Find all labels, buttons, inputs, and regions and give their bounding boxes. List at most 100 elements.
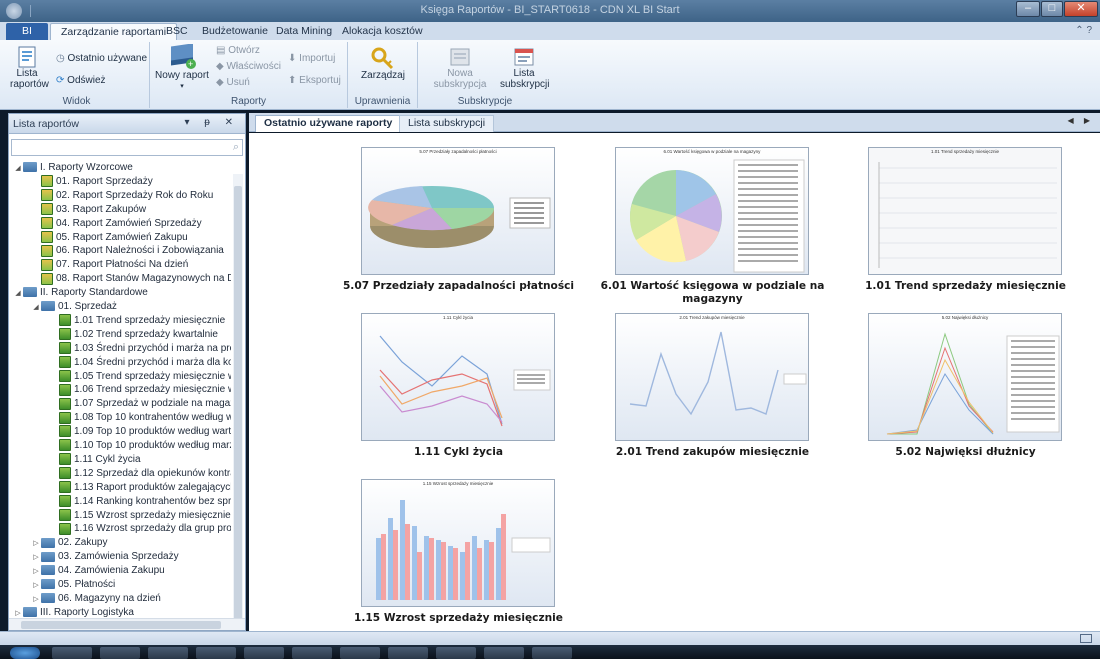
tree-item-label: 1.12 Sprzedaż dla opiekunów kontrahentów — [74, 467, 231, 479]
expand-arrow-icon[interactable]: ◢ — [13, 162, 23, 176]
tree-report-item[interactable]: 1.11 Cykl życia — [49, 453, 141, 467]
usun-button[interactable]: ◆ Usuń — [216, 76, 250, 90]
taskbar-app[interactable] — [436, 647, 476, 659]
report-thumbnail[interactable]: 1.01 Trend sprzedaży miesięcznie — [868, 147, 1062, 275]
taskbar-app[interactable] — [244, 647, 284, 659]
tree-report-item[interactable]: 04. Raport Zamówień Sprzedaży — [31, 216, 202, 231]
report-thumbnail[interactable]: 5.02 Najwięksi dłużnicy — [868, 313, 1062, 441]
tree-report-item[interactable]: 1.07 Sprzedaż w podziale na magazyny — [49, 397, 231, 411]
tree-report-item[interactable]: 1.12 Sprzedaż dla opiekunów kontrahentów — [49, 467, 231, 481]
wlasciwosci-button[interactable]: ◆ Właściwości — [216, 60, 281, 74]
report-caption[interactable]: 1.15 Wzrost sprzedaży miesięcznie — [336, 612, 581, 625]
report-caption[interactable]: 2.01 Trend zakupów miesięcznie — [590, 446, 835, 459]
tree-report-item[interactable]: 01. Raport Sprzedaży — [31, 175, 153, 189]
tree-folder[interactable]: ▷ 05. Płatności — [31, 578, 115, 592]
collapse-arrow-icon[interactable]: ▷ — [31, 551, 41, 565]
collapse-arrow-icon[interactable]: ▷ — [31, 565, 41, 579]
report-thumbnail[interactable]: 5.07 Przedziały zapadalności płatności — [361, 147, 555, 275]
tree-report-item[interactable]: 1.09 Top 10 produktów według wartości sp… — [49, 425, 231, 439]
lista-raportow-button[interactable]: Lista raportów — [10, 46, 49, 90]
report-caption[interactable]: 1.11 Cykl życia — [336, 446, 581, 459]
tab-lista-subskrypcji[interactable]: Lista subskrypcji — [399, 115, 495, 132]
minimize-button[interactable]: – — [1016, 1, 1040, 17]
close-window-button[interactable]: ✕ — [1064, 1, 1098, 17]
search-input[interactable]: ⌕ — [11, 139, 243, 156]
tree-report-item[interactable]: 1.10 Top 10 produktów według marży — [49, 439, 231, 453]
taskbar-app[interactable] — [532, 647, 572, 659]
lista-subskrypcji-button[interactable]: Lista subskrypcji — [500, 46, 549, 90]
taskbar-app[interactable] — [388, 647, 428, 659]
layout-icon[interactable] — [1080, 634, 1092, 643]
report-thumbnail[interactable]: 2.01 Trend zakupów miesięcznie — [615, 313, 809, 441]
tab-ostatnio-uzywane-raporty[interactable]: Ostatnio używane raporty x — [255, 115, 415, 132]
collapse-arrow-icon[interactable]: ▷ — [31, 579, 41, 593]
taskbar-app[interactable] — [100, 647, 140, 659]
tree-report-item[interactable]: 1.06 Trend sprzedaży miesięcznie w regio… — [49, 383, 231, 397]
tab-scroll-arrows[interactable]: ◀ ▶ — [1067, 116, 1094, 125]
tree-folder[interactable]: ◢ 01. Sprzedaż — [31, 300, 117, 314]
horizontal-scrollbar[interactable] — [9, 618, 245, 630]
taskbar-app[interactable] — [292, 647, 332, 659]
report-caption[interactable]: 1.01 Trend sprzedaży miesięcznie — [843, 280, 1088, 293]
odswiez-button[interactable]: ⟳ Odśwież — [56, 74, 106, 88]
hscroll-thumb[interactable] — [21, 621, 221, 629]
tree-report-item[interactable]: 1.13 Raport produktów zalegających — [49, 481, 231, 495]
tree-report-item[interactable]: 08. Raport Stanów Magazynowych na Dzień — [31, 272, 231, 286]
zarzadzaj-button[interactable]: Zarządzaj — [354, 46, 412, 81]
maximize-button[interactable]: □ — [1041, 1, 1063, 17]
taskbar-app[interactable] — [52, 647, 92, 659]
report-caption[interactable]: 5.07 Przedziały zapadalności płatności — [336, 280, 581, 293]
tab-data-mining[interactable]: Data Mining — [266, 23, 342, 40]
taskbar-app[interactable] — [340, 647, 380, 659]
tree-report-item[interactable]: 1.15 Wzrost sprzedaży miesięcznie — [49, 508, 231, 523]
tree-report-item[interactable]: 1.04 Średni przychód i marża dla kontrah… — [49, 355, 231, 370]
tree-report-item[interactable]: 06. Raport Należności i Zobowiązania — [31, 244, 224, 258]
report-thumbnail[interactable]: 1.15 Wzrost sprzedaży miesięcznie — [361, 479, 555, 607]
vertical-scrollbar[interactable] — [233, 174, 243, 626]
report-caption[interactable]: 6.01 Wartość księgowa w podziale na maga… — [590, 280, 835, 306]
eksportuj-button[interactable]: ⬆ Eksportuj — [288, 74, 341, 88]
tree-report-item[interactable]: 1.03 Średni przychód i marża na produkci… — [49, 342, 231, 356]
tab-alokacja-kosztow[interactable]: Alokacja kosztów — [332, 23, 433, 40]
tree-folder[interactable]: ▷ 03. Zamówienia Sprzedaży — [31, 550, 178, 565]
nowa-subskrypcja-button[interactable]: Nowa subskrypcja — [422, 46, 498, 90]
tree-report-item[interactable]: 1.05 Trend sprzedaży miesięcznie w wojew… — [49, 369, 231, 384]
group-subskrypcje: Nowa subskrypcja Lista subskrypcji Subsk… — [418, 42, 552, 108]
report-thumbnail[interactable]: 6.01 Wartość księgowa w podziale na maga… — [615, 147, 809, 275]
tree-report-item[interactable]: 07. Raport Płatności Na dzień — [31, 258, 188, 272]
otworz-button[interactable]: ▤ Otwórz — [216, 44, 260, 58]
nowy-raport-button[interactable]: + Nowy raport ▾ — [154, 44, 210, 92]
taskbar-app[interactable] — [196, 647, 236, 659]
tree-report-item[interactable]: 02. Raport Sprzedaży Rok do Roku — [31, 189, 213, 203]
pane-controls[interactable]: ▾ ᵽ ✕ — [184, 117, 239, 128]
collapse-arrow-icon[interactable]: ▷ — [31, 537, 41, 551]
importuj-button[interactable]: ⬇ Importuj — [288, 52, 335, 66]
expand-arrow-icon[interactable]: ◢ — [31, 301, 41, 315]
report-thumbnail[interactable]: 1.11 Cykl życia — [361, 313, 555, 441]
report-caption[interactable]: 5.02 Najwięksi dłużnicy — [843, 446, 1088, 459]
tree-folder[interactable]: ◢ I. Raporty Wzorcowe — [13, 161, 133, 175]
taskbar-app[interactable] — [484, 647, 524, 659]
tree-report-item[interactable]: 03. Raport Zakupów — [31, 203, 146, 217]
start-button[interactable] — [10, 647, 40, 659]
tree-folder[interactable]: ▷ 04. Zamówienia Zakupu — [31, 564, 164, 579]
tab-bi[interactable]: BI — [6, 23, 48, 40]
tree-report-item[interactable]: 1.08 Top 10 kontrahentów według wartości — [49, 411, 231, 425]
taskbar-app[interactable] — [148, 647, 188, 659]
report-list-pane: Lista raportów ▾ ᵽ ✕ ⌕ ◢ I. Raporty Wzorc… — [8, 113, 246, 631]
search-icon: ⌕ — [232, 141, 239, 153]
tree-folder[interactable]: ▷ 06. Magazyny na dzień — [31, 592, 161, 606]
expand-arrow-icon[interactable]: ◢ — [13, 287, 23, 301]
tree-report-item[interactable]: 1.14 Ranking kontrahentów bez sprzedaży — [49, 494, 231, 509]
tree-folder[interactable]: ◢ II. Raporty Standardowe — [13, 286, 148, 300]
scroll-thumb[interactable] — [234, 186, 242, 626]
tree-report-item[interactable]: 1.01 Trend sprzedaży miesięcznie — [49, 314, 225, 328]
ostatnio-uzywane-button[interactable]: ◷ Ostatnio używane — [56, 52, 147, 66]
collapse-arrow-icon[interactable]: ▷ — [31, 593, 41, 607]
tree-report-item[interactable]: 05. Raport Zamówień Zakupu — [31, 230, 188, 245]
tree-report-item[interactable]: 1.02 Trend sprzedaży kwartalnie — [49, 328, 218, 342]
tree-folder[interactable]: ▷ 02. Zakupy — [31, 536, 107, 550]
thumbnail-chart-title: 5.07 Przedziały zapadalności płatności — [419, 149, 497, 154]
tree-report-item[interactable]: 1.16 Wzrost sprzedaży dla grup produktów — [49, 522, 231, 536]
help-icons[interactable]: ⌃ ? — [1075, 25, 1092, 36]
